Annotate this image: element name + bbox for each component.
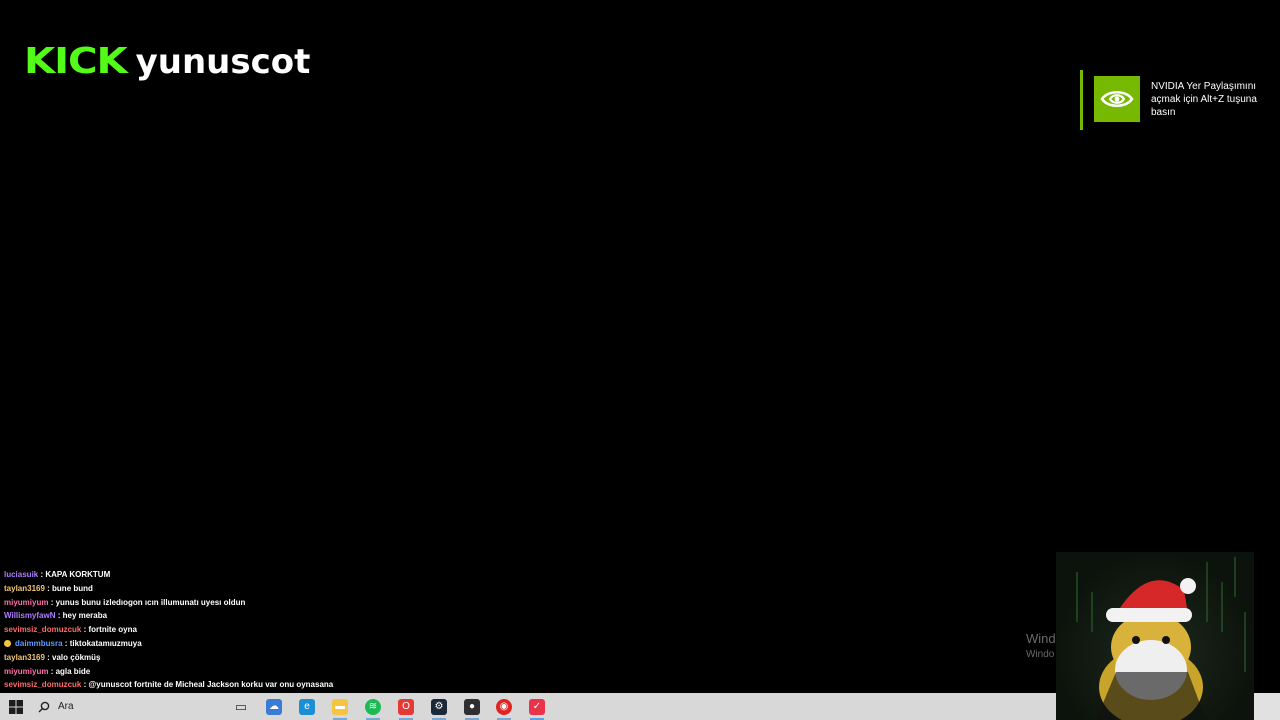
santa-pikachu-image <box>1076 557 1246 720</box>
chat-text: tiktokatamıuzmuya <box>69 638 142 648</box>
chat-username: miyumiyum <box>4 666 49 676</box>
opera-icon: O <box>398 698 414 715</box>
chat-text: yunus bunu izledıogon ıcın illumunatı uy… <box>55 597 246 607</box>
chat-username: sevimsiz_domuzcuk <box>4 625 82 635</box>
streamer-username: yunuscot <box>135 42 311 82</box>
chat-username: sevimsiz_domuzcuk <box>4 680 82 690</box>
chat-message: miyumiyum : agla bide <box>4 665 334 679</box>
chat-text: KAPA KORKTUM <box>45 570 111 579</box>
chat-message: sevimsiz_domuzcuk : @yunuscot fortnite d… <box>4 678 334 692</box>
kick-logo: KICK <box>24 41 128 82</box>
webcam-overlay <box>1056 552 1254 720</box>
taskbar-app-kick-studio[interactable]: ✓ <box>524 693 550 720</box>
chat-text: @yunuscot fortnite de Micheal Jackson ko… <box>88 680 334 690</box>
chat-separator: : <box>62 638 70 648</box>
chat-overlay: luciasuik : KAPA KORKTUM taylan3169 : bun… <box>4 568 334 692</box>
red-app-icon: ◉ <box>496 698 512 715</box>
chat-message: WillismyfawN : hey meraba <box>4 609 334 623</box>
taskbar-search[interactable]: Ara <box>38 693 218 720</box>
chat-username: taylan3169 <box>4 652 45 662</box>
taskbar-app-task-view[interactable]: ▭ <box>228 693 254 720</box>
chat-separator: : <box>48 666 56 676</box>
chat-username: miyumiyum <box>4 597 49 607</box>
search-icon <box>38 701 50 712</box>
chat-username: taylan3169 <box>4 583 45 593</box>
chat-text: agla bide <box>55 666 91 676</box>
taskbar-app-weather[interactable]: ☁ <box>261 693 287 720</box>
chat-message: luciasuik : KAPA KORKTUM <box>4 568 334 582</box>
windows-logo-icon <box>9 699 23 714</box>
chat-separator: : <box>44 583 53 593</box>
start-button[interactable] <box>4 693 28 720</box>
taskbar-app-red-app[interactable]: ◉ <box>491 693 517 720</box>
chat-text: hey meraba <box>62 611 108 621</box>
kick-studio-icon: ✓ <box>529 698 545 715</box>
chat-separator: : <box>48 597 56 607</box>
subscriber-badge-icon <box>4 639 11 647</box>
file-explorer-icon: ▬ <box>332 698 348 715</box>
taskbar-app-opera[interactable]: O <box>393 693 419 720</box>
chat-username: daimmbusra <box>15 638 63 648</box>
spotify-icon: ≋ <box>365 698 381 715</box>
chat-message: sevimsiz_domuzcuk : fortnite oyna <box>4 623 334 637</box>
chat-message: daimmbusra : tiktokatamıuzmuya <box>4 637 334 651</box>
nvidia-overlay-toast: NVIDIA Yer Paylaşımını açmak için Alt+Z … <box>1080 70 1270 130</box>
nvidia-eye-icon <box>1094 76 1140 122</box>
edge-icon: e <box>299 698 315 715</box>
stream-logo: KICK yunuscot <box>24 44 310 80</box>
taskbar-app-file-explorer[interactable]: ▬ <box>327 693 353 720</box>
chat-separator: : <box>55 611 63 621</box>
chat-message: taylan3169 : valo çökmüş <box>4 651 334 665</box>
toast-message: NVIDIA Yer Paylaşımını açmak için Alt+Z … <box>1151 81 1257 118</box>
obs-icon: ● <box>464 698 480 715</box>
chat-text: fortnite oyna <box>88 625 137 635</box>
taskbar-app-spotify[interactable]: ≋ <box>360 693 386 720</box>
chat-message: miyumiyum : yunus bunu izledıogon ıcın i… <box>4 596 334 610</box>
taskbar-app-edge[interactable]: e <box>294 693 320 720</box>
chat-username: WillismyfawN <box>4 611 56 621</box>
search-label: Ara <box>58 701 74 712</box>
steam-icon: ⚙ <box>431 698 447 715</box>
chat-text: bune bund <box>52 583 93 593</box>
taskbar-notification-area[interactable] <box>1254 693 1280 720</box>
taskbar-app-obs[interactable]: ● <box>459 693 485 720</box>
chat-username: luciasuik <box>4 570 39 579</box>
weather-icon: ☁ <box>266 698 282 715</box>
taskbar-app-steam[interactable]: ⚙ <box>426 693 452 720</box>
toast-accent-bar <box>1080 70 1083 130</box>
chat-text: valo çökmüş <box>52 652 101 662</box>
chat-separator: : <box>44 652 53 662</box>
chat-message: taylan3169 : bune bund <box>4 582 334 596</box>
task-view-icon: ▭ <box>234 698 248 714</box>
